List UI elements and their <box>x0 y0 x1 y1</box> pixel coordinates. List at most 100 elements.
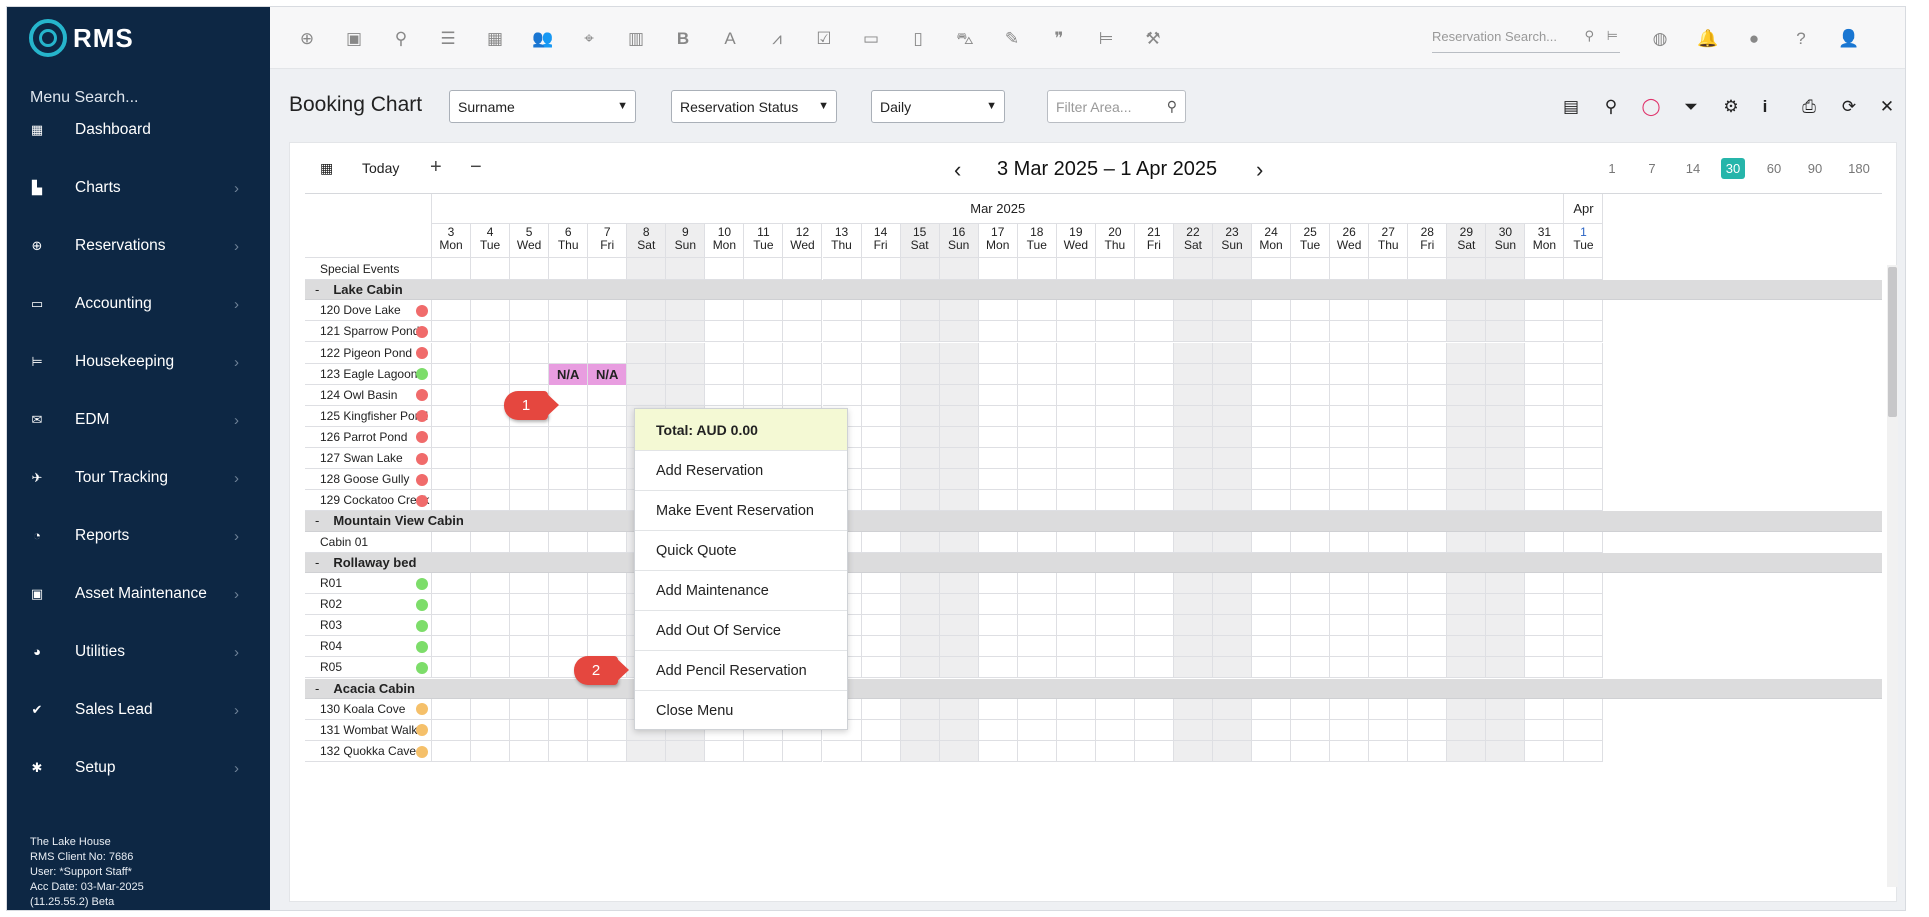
sidebar-item-sales-lead[interactable]: ✔ Sales Lead › <box>7 681 270 739</box>
availability-cell[interactable] <box>861 531 901 553</box>
availability-cell[interactable] <box>588 531 628 553</box>
availability-cell[interactable] <box>1408 657 1448 679</box>
availability-cell[interactable] <box>1564 342 1604 364</box>
availability-cell[interactable] <box>1486 741 1526 763</box>
availability-cell[interactable] <box>705 363 745 385</box>
room-group-header[interactable]: - Mountain View Cabin <box>305 511 1882 532</box>
availability-cell[interactable] <box>1447 636 1487 658</box>
availability-cell[interactable] <box>822 741 862 763</box>
availability-cell[interactable] <box>1095 448 1135 470</box>
collapse-icon[interactable]: - <box>315 681 319 696</box>
availability-cell[interactable] <box>1173 363 1213 385</box>
availability-cell[interactable] <box>1486 531 1526 553</box>
availability-cell[interactable] <box>822 300 862 322</box>
availability-cell[interactable] <box>1486 300 1526 322</box>
availability-cell[interactable] <box>1291 384 1331 406</box>
sidebar-item-edm[interactable]: ✉ EDM › <box>7 391 270 449</box>
availability-cell[interactable] <box>432 469 472 491</box>
availability-cell[interactable] <box>588 384 628 406</box>
availability-cell[interactable] <box>978 363 1018 385</box>
availability-cell[interactable] <box>1564 698 1604 720</box>
availability-cell[interactable] <box>1447 426 1487 448</box>
availability-cell[interactable] <box>1486 363 1526 385</box>
availability-cell[interactable] <box>1291 300 1331 322</box>
availability-cell[interactable] <box>1252 405 1292 427</box>
availability-cell[interactable] <box>1330 469 1370 491</box>
availability-cell[interactable] <box>900 469 940 491</box>
availability-cell[interactable] <box>1525 657 1565 679</box>
room-label[interactable]: 131 Wombat Walk <box>305 719 432 741</box>
special-event-cell[interactable] <box>1330 258 1370 280</box>
map-pin-icon[interactable]: ⌖ <box>579 29 599 49</box>
availability-cell[interactable] <box>1447 531 1487 553</box>
availability-cell[interactable] <box>1173 469 1213 491</box>
sidebar-item-setup[interactable]: ✱ Setup › <box>7 739 270 797</box>
availability-cell[interactable] <box>1056 469 1096 491</box>
availability-cell[interactable] <box>1134 490 1174 512</box>
availability-cell[interactable] <box>1213 448 1253 470</box>
room-label[interactable]: 125 Kingfisher Pond <box>305 405 432 427</box>
availability-cell[interactable] <box>1525 300 1565 322</box>
availability-cell[interactable] <box>1525 426 1565 448</box>
availability-cell[interactable] <box>1447 573 1487 595</box>
availability-cell[interactable] <box>978 384 1018 406</box>
special-event-cell[interactable] <box>1525 258 1565 280</box>
availability-cell[interactable] <box>1213 573 1253 595</box>
availability-cell[interactable] <box>1291 363 1331 385</box>
availability-cell[interactable] <box>549 698 589 720</box>
availability-cell[interactable] <box>1291 636 1331 658</box>
sidebar-item-utilities[interactable]: ◕ Utilities › <box>7 623 270 681</box>
availability-cell[interactable] <box>1017 490 1057 512</box>
availability-cell[interactable] <box>432 719 472 741</box>
availability-cell[interactable] <box>1525 363 1565 385</box>
availability-cell[interactable] <box>1408 448 1448 470</box>
availability-cell[interactable] <box>627 363 667 385</box>
availability-cell[interactable] <box>1056 342 1096 364</box>
rms-logo[interactable]: RMS <box>29 19 134 57</box>
invoice-icon[interactable]: ▯ <box>908 29 928 49</box>
availability-cell[interactable] <box>1330 573 1370 595</box>
availability-cell[interactable] <box>1291 405 1331 427</box>
special-event-cell[interactable] <box>1252 258 1292 280</box>
availability-cell[interactable] <box>1486 448 1526 470</box>
availability-cell[interactable] <box>510 719 550 741</box>
availability-cell[interactable] <box>1291 657 1331 679</box>
scrollbar-thumb[interactable] <box>1888 267 1897 417</box>
availability-cell[interactable] <box>861 657 901 679</box>
menu-item-make-event-reservation[interactable]: Make Event Reservation <box>635 491 847 531</box>
room-group-header[interactable]: - Rollaway bed <box>305 552 1882 573</box>
availability-cell[interactable] <box>588 469 628 491</box>
availability-cell[interactable] <box>861 448 901 470</box>
availability-cell[interactable] <box>1564 384 1604 406</box>
list-icon[interactable]: ▤ <box>1561 97 1581 117</box>
availability-cell[interactable] <box>432 698 472 720</box>
availability-cell[interactable] <box>588 405 628 427</box>
cart-icon[interactable]: ⛍ <box>955 29 975 49</box>
availability-cell[interactable] <box>822 384 862 406</box>
availability-cell[interactable] <box>1525 490 1565 512</box>
availability-cell[interactable] <box>939 300 979 322</box>
special-event-cell[interactable] <box>1291 258 1331 280</box>
special-event-cell[interactable] <box>783 258 823 280</box>
availability-cell[interactable] <box>1173 615 1213 637</box>
availability-cell[interactable] <box>978 342 1018 364</box>
availability-cell[interactable] <box>1134 594 1174 616</box>
availability-cell[interactable] <box>1564 573 1604 595</box>
bed-icon[interactable]: ⊨ <box>1096 29 1116 49</box>
availability-cell[interactable] <box>1095 615 1135 637</box>
span-option-90[interactable]: 90 <box>1803 161 1827 176</box>
room-label[interactable]: 120 Dove Lake <box>305 300 432 322</box>
search-icon[interactable]: ⚲ <box>391 29 411 49</box>
availability-cell[interactable] <box>939 531 979 553</box>
availability-cell[interactable] <box>861 698 901 720</box>
availability-cell[interactable] <box>1213 469 1253 491</box>
availability-cell[interactable] <box>1017 426 1057 448</box>
availability-cell[interactable] <box>1369 719 1409 741</box>
availability-cell[interactable] <box>744 741 784 763</box>
availability-cell[interactable] <box>1291 321 1331 343</box>
availability-cell[interactable] <box>1486 573 1526 595</box>
availability-cell[interactable] <box>939 698 979 720</box>
room-label[interactable]: 127 Swan Lake <box>305 448 432 470</box>
availability-cell[interactable] <box>744 363 784 385</box>
availability-cell[interactable] <box>1447 384 1487 406</box>
